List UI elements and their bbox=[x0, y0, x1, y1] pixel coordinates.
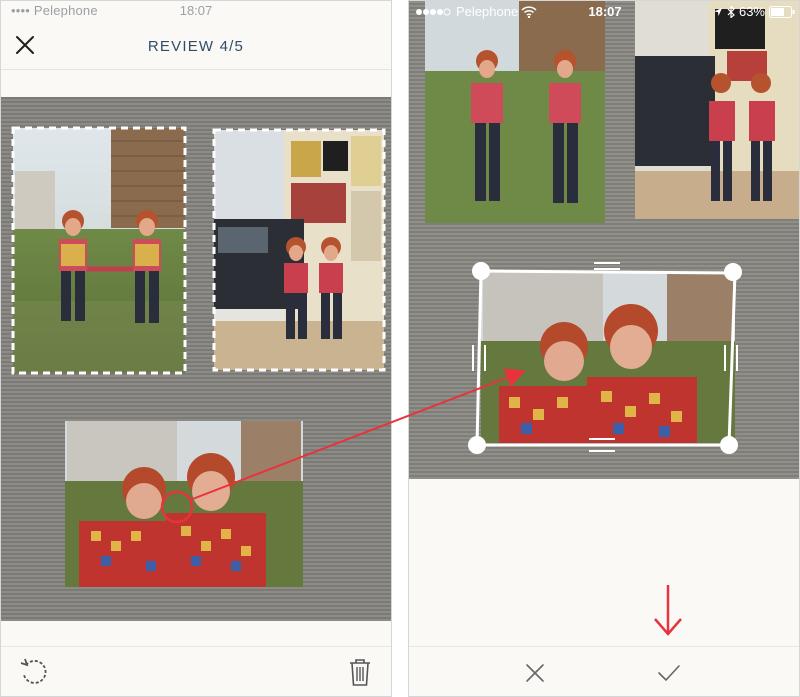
page-title: REVIEW 4/5 bbox=[147, 38, 245, 55]
photo-twins-closeup[interactable] bbox=[65, 421, 303, 587]
status-bar: •••• Pelephone 18:07 bbox=[1, 1, 391, 21]
confirm-button[interactable] bbox=[657, 663, 681, 683]
battery-percent: 63% bbox=[738, 4, 765, 19]
scanned-page-image bbox=[11, 126, 386, 587]
bottom-toolbar bbox=[1, 646, 391, 696]
checkmark-icon bbox=[658, 665, 680, 682]
delete-button[interactable] bbox=[347, 655, 373, 689]
right-phone-screen: Pelephone 18:07 63% bbox=[408, 0, 800, 697]
trash-icon bbox=[350, 659, 370, 686]
scanned-page-image bbox=[425, 1, 799, 454]
status-bar: Pelephone 18:07 63% bbox=[409, 1, 799, 23]
crop-handle-bottom-left[interactable] bbox=[468, 436, 486, 454]
bluetooth-icon bbox=[727, 5, 735, 18]
scan-preview bbox=[1, 97, 391, 621]
crop-handle-top-right[interactable] bbox=[724, 263, 742, 281]
bottom-toolbar bbox=[409, 646, 799, 696]
photo-twins-holding-hands bbox=[425, 1, 605, 223]
location-arrow-icon bbox=[713, 7, 722, 16]
crop-handle-top-left[interactable] bbox=[472, 262, 490, 280]
review-header: REVIEW 4/5 bbox=[1, 21, 391, 70]
crop-handle-bottom-right[interactable] bbox=[720, 436, 738, 454]
status-time: 18:07 bbox=[179, 3, 213, 18]
left-phone-screen: •••• Pelephone 18:07 REVIEW 4/5 bbox=[0, 0, 392, 697]
rotate-icon bbox=[20, 658, 47, 684]
rotate-button[interactable] bbox=[17, 655, 51, 689]
photo-twins-by-car[interactable] bbox=[212, 128, 386, 372]
scan-preview: Pelephone 18:07 63% bbox=[409, 1, 799, 479]
battery-icon bbox=[769, 5, 795, 18]
cancel-button[interactable] bbox=[525, 663, 545, 683]
photo-twins-holding-hands[interactable] bbox=[11, 126, 187, 375]
photo-twins-closeup bbox=[481, 271, 735, 443]
status-right: 63% bbox=[713, 4, 795, 19]
photo-twins-by-car bbox=[635, 1, 799, 219]
close-icon bbox=[526, 664, 544, 682]
